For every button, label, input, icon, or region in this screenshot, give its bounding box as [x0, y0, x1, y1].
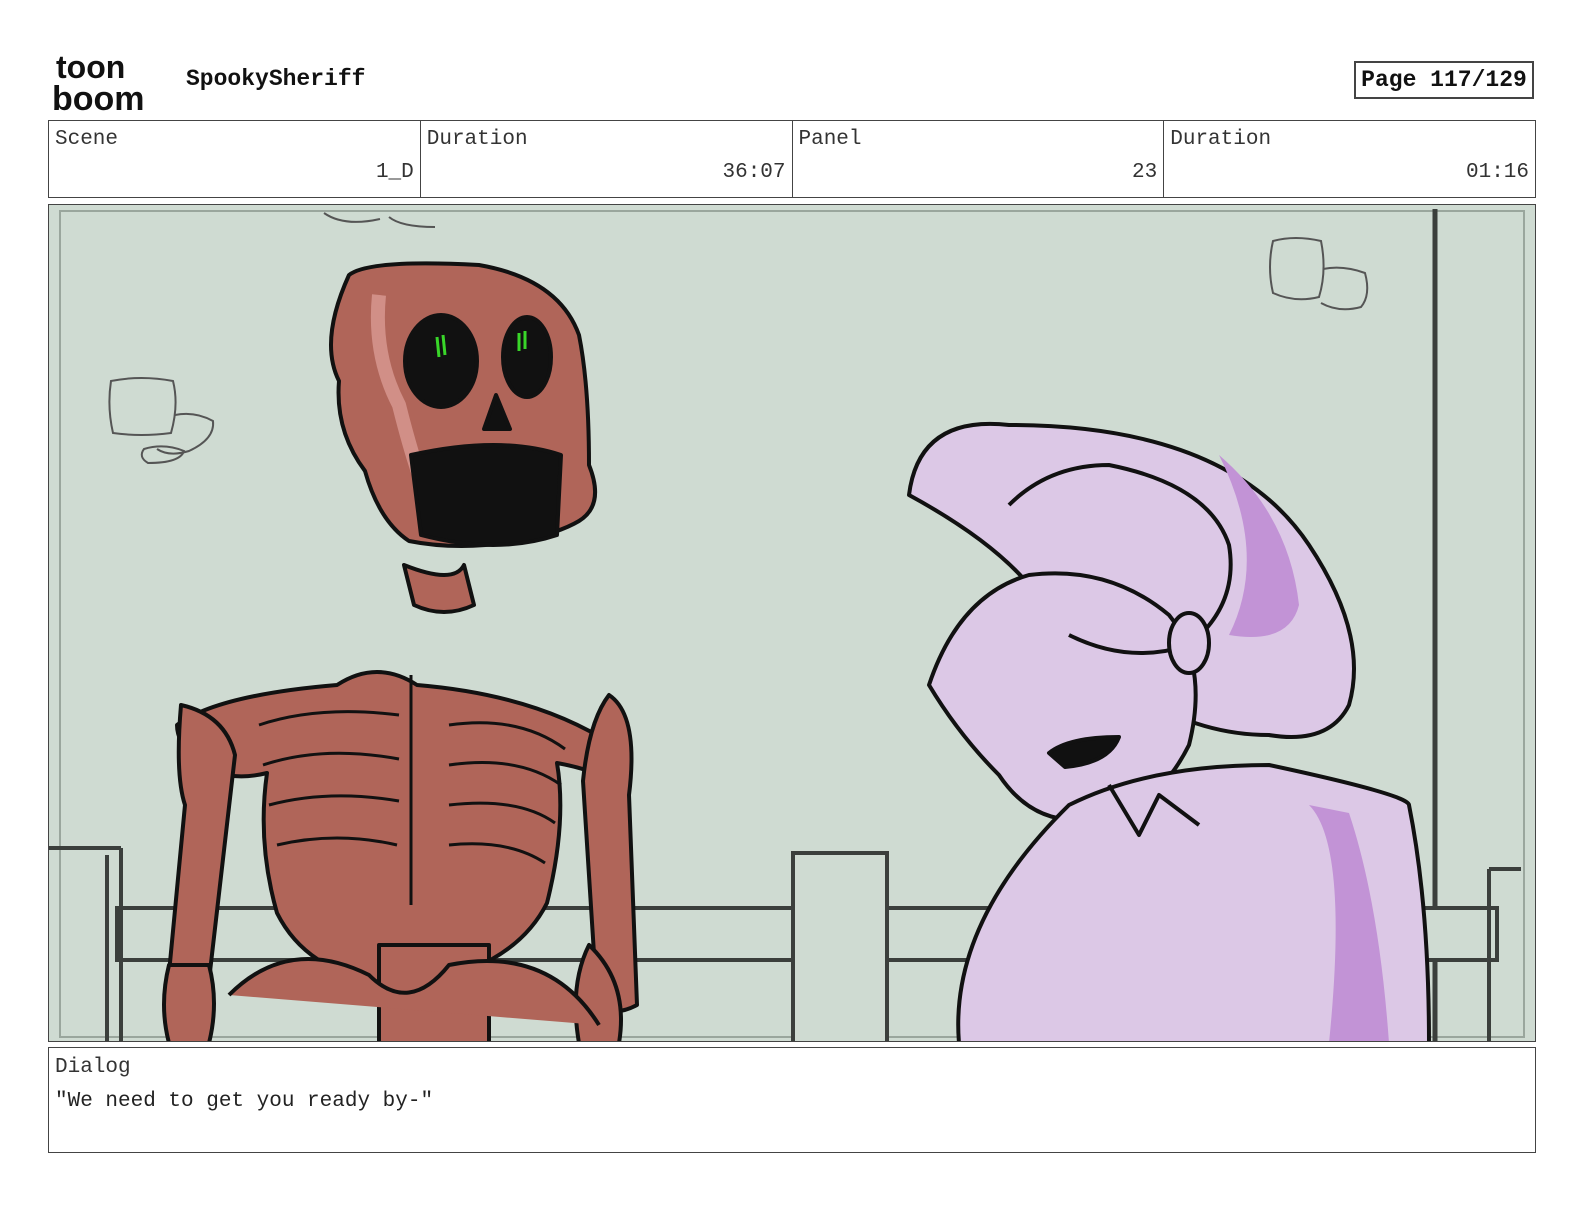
scene-label: Scene	[55, 128, 119, 151]
panel-duration-cell: Duration 01:16	[1164, 121, 1535, 197]
panel-info-bar: Scene 1_D Duration 36:07 Panel 23 Durati…	[48, 120, 1536, 198]
dialog-text: "We need to get you ready by-"	[55, 1090, 434, 1113]
dialog-label: Dialog	[55, 1056, 131, 1079]
scene-value: 1_D	[375, 161, 414, 184]
scene-cell: Scene 1_D	[49, 121, 421, 197]
panel-artwork	[49, 205, 1535, 1041]
svg-text:boom: boom	[52, 80, 145, 114]
panel-cell: Panel 23	[793, 121, 1165, 197]
toonboom-logo: toon boom	[52, 50, 145, 114]
panel-value: 23	[1132, 161, 1158, 184]
storyboard-panel	[48, 204, 1536, 1042]
page-indicator: Page 117/129	[1354, 61, 1534, 99]
scene-duration-value: 36:07	[722, 161, 786, 184]
scene-duration-label: Duration	[426, 128, 528, 151]
panel-duration-value: 01:16	[1465, 161, 1529, 184]
scene-duration-cell: Duration 36:07	[421, 121, 793, 197]
dialog-box: Dialog "We need to get you ready by-"	[48, 1047, 1536, 1153]
panel-label: Panel	[798, 128, 862, 151]
panel-duration-label: Duration	[1170, 128, 1272, 151]
project-title: SpookySheriff	[186, 66, 366, 92]
